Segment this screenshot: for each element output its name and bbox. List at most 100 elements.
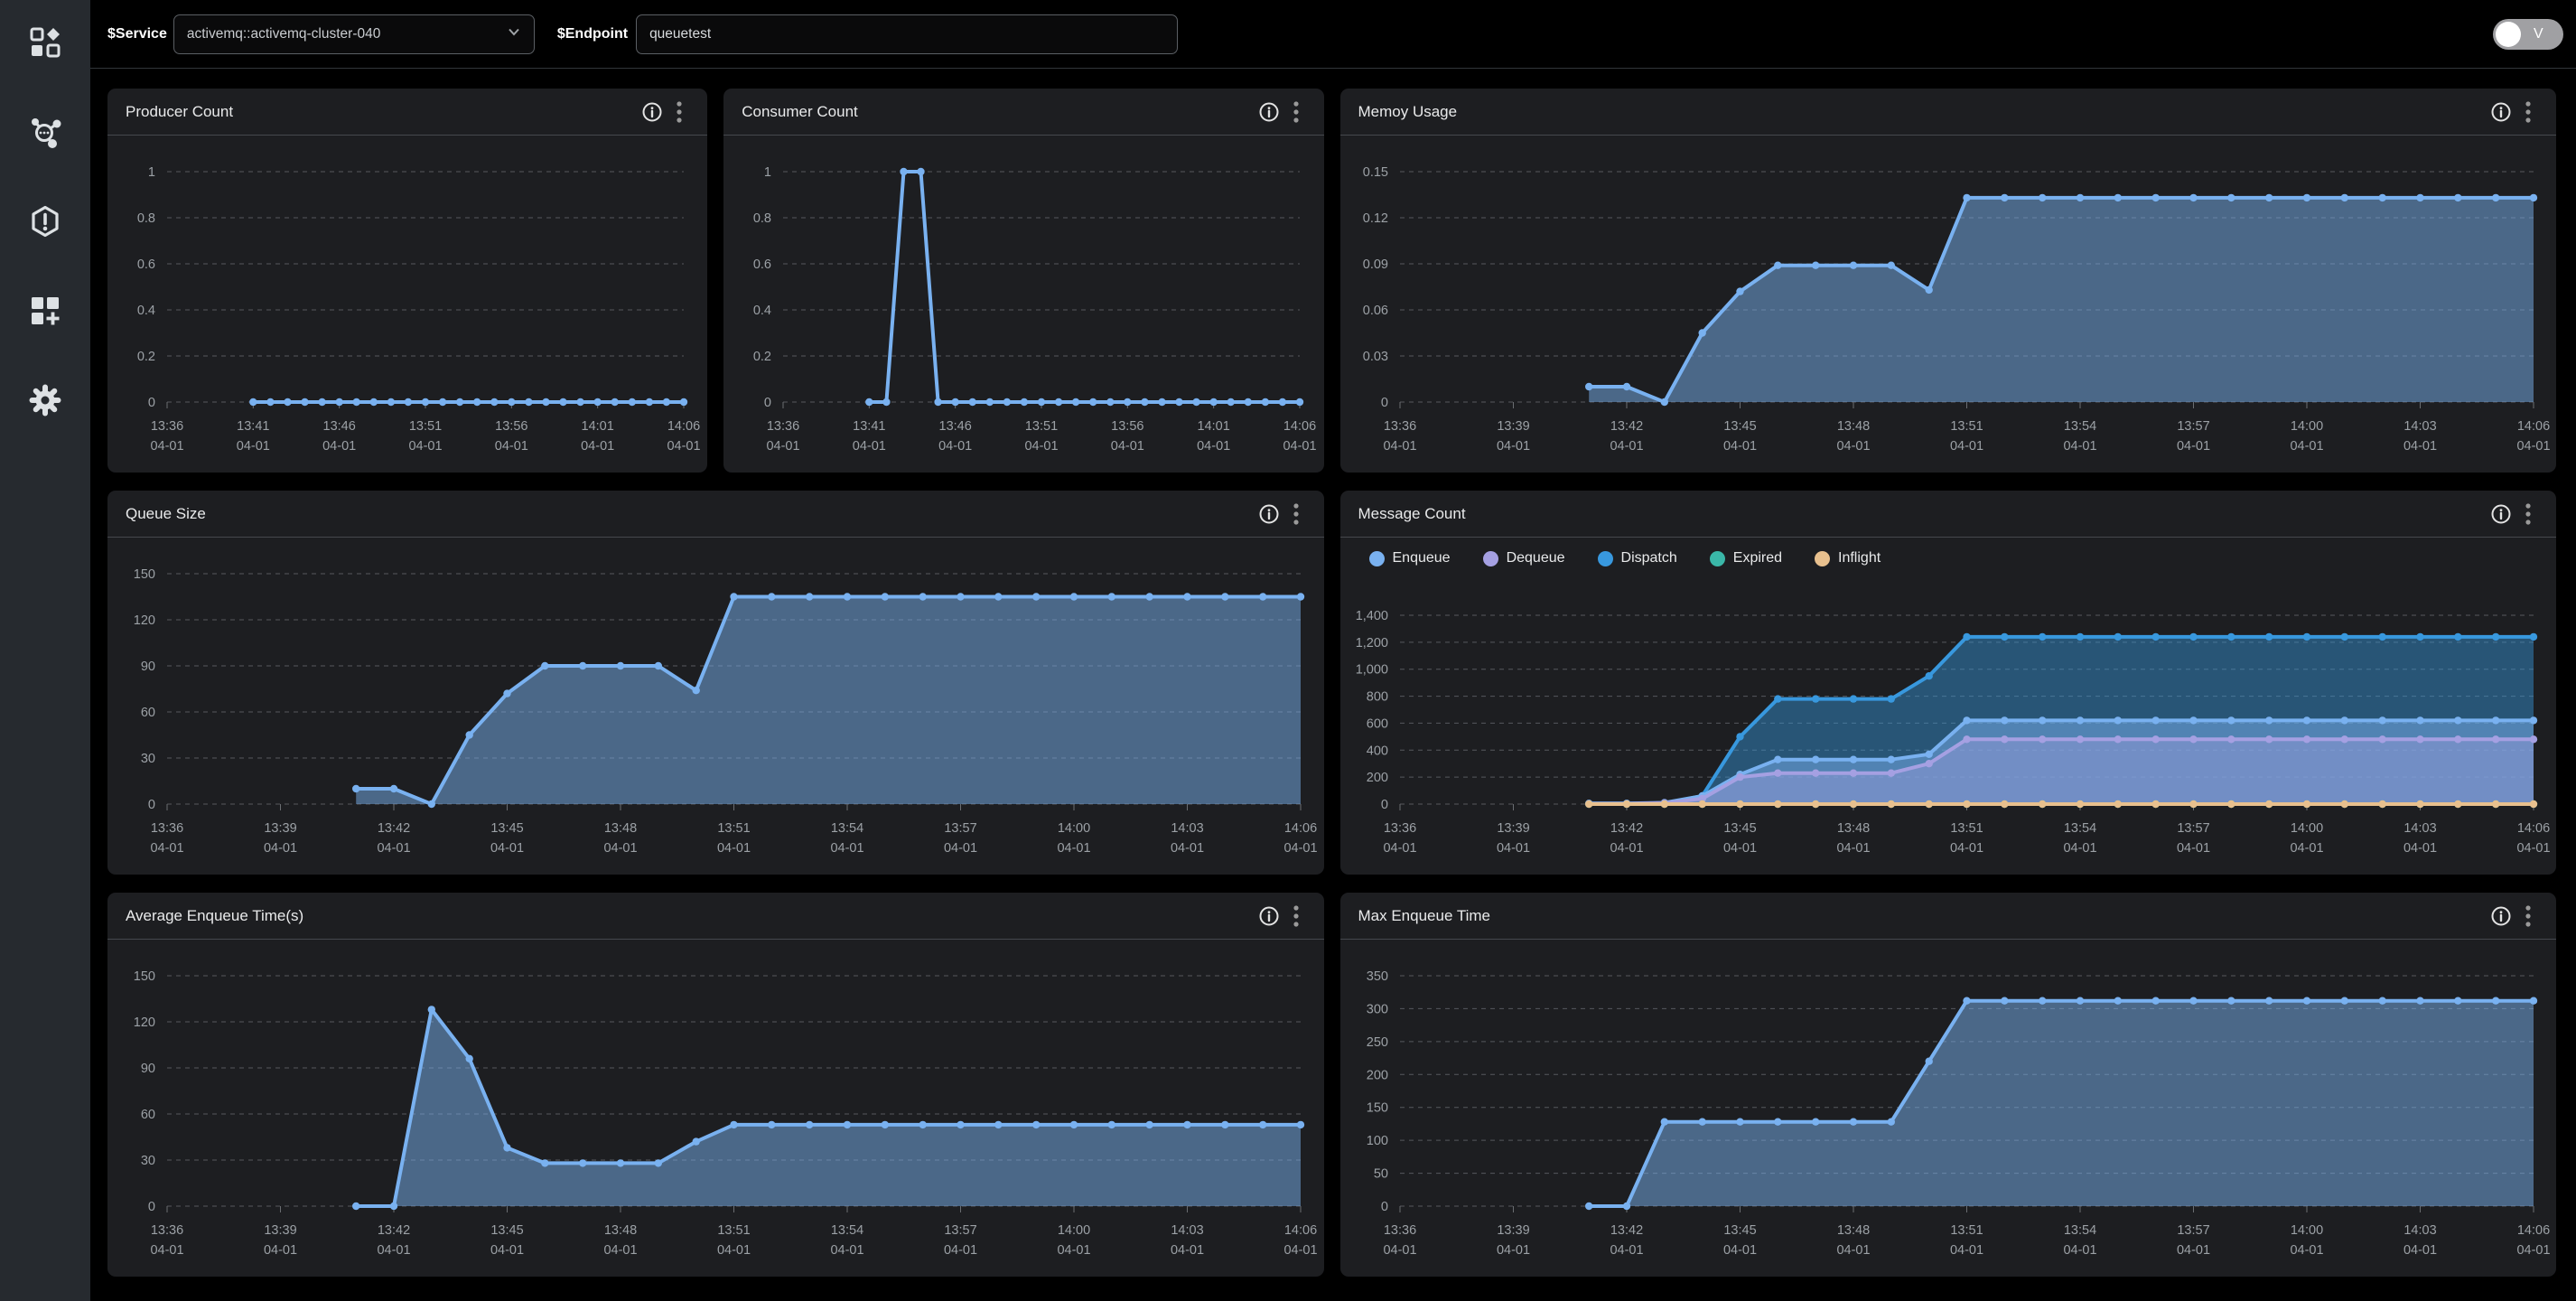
svg-text:04-01: 04-01 <box>2176 841 2209 856</box>
service-select[interactable]: activemq::activemq-cluster-040 <box>173 14 535 54</box>
svg-text:14:03: 14:03 <box>2403 1223 2436 1238</box>
svg-text:13:39: 13:39 <box>264 821 296 836</box>
svg-text:13:36: 13:36 <box>1383 419 1415 434</box>
legend-item[interactable]: Inflight <box>1815 550 1881 566</box>
svg-text:13:57: 13:57 <box>944 1223 976 1238</box>
chart-legend: Enqueue Dequeue Dispatch Expired Inflight <box>1340 538 2557 579</box>
svg-text:13:51: 13:51 <box>1950 1223 1983 1238</box>
kebab-menu-icon[interactable] <box>2515 98 2542 126</box>
svg-text:0: 0 <box>1380 798 1387 812</box>
svg-text:13:57: 13:57 <box>2177 419 2209 434</box>
chart-canvas: 150120906030013:3604-0113:3904-0113:4204… <box>107 538 1324 875</box>
kebab-menu-icon[interactable] <box>2515 501 2542 528</box>
svg-text:04-01: 04-01 <box>1057 841 1090 856</box>
svg-text:04-01: 04-01 <box>938 439 972 454</box>
svg-text:13:46: 13:46 <box>323 419 356 434</box>
svg-text:1,000: 1,000 <box>1355 663 1387 678</box>
svg-text:04-01: 04-01 <box>1171 1243 1204 1258</box>
sidebar-item-settings[interactable] <box>28 385 62 419</box>
legend-chip <box>1598 551 1613 566</box>
chart-consumer-count[interactable]: 10.80.60.40.2013:3604-0113:4104-0113:460… <box>723 136 1323 473</box>
svg-text:04-01: 04-01 <box>1722 1243 1756 1258</box>
svg-text:04-01: 04-01 <box>1836 439 1870 454</box>
svg-text:13:45: 13:45 <box>1723 821 1756 836</box>
svg-text:120: 120 <box>134 1016 155 1030</box>
svg-text:120: 120 <box>134 613 155 628</box>
info-icon[interactable] <box>2487 98 2515 126</box>
info-icon[interactable] <box>2487 903 2515 930</box>
chart-message-count[interactable]: 1,4001,2001,000800600400200013:3604-0113… <box>1340 579 2557 875</box>
svg-text:13:51: 13:51 <box>717 1223 750 1238</box>
kebab-menu-icon[interactable] <box>2515 903 2542 930</box>
svg-text:04-01: 04-01 <box>2290 439 2323 454</box>
chart-canvas: 1,4001,2001,000800600400200013:3604-0113… <box>1340 579 2557 875</box>
info-icon[interactable] <box>2487 501 2515 528</box>
svg-text:0: 0 <box>1380 396 1387 410</box>
svg-text:0: 0 <box>1380 1200 1387 1214</box>
kebab-menu-icon[interactable] <box>1283 98 1310 126</box>
legend-chip <box>1710 551 1725 566</box>
svg-text:14:00: 14:00 <box>2290 1223 2322 1238</box>
svg-text:0: 0 <box>764 396 771 410</box>
chart-max-enqueue-time[interactable]: 35030025020015010050013:3604-0113:3904-0… <box>1340 940 2557 1277</box>
svg-text:13:57: 13:57 <box>944 821 976 836</box>
svg-text:90: 90 <box>141 660 155 674</box>
svg-text:04-01: 04-01 <box>603 841 637 856</box>
svg-text:14:03: 14:03 <box>1171 1223 1203 1238</box>
panel-max-enqueue-time: Max Enqueue Time 35030025020015010050013… <box>1340 893 2557 1277</box>
svg-text:04-01: 04-01 <box>1496 841 1529 856</box>
kebab-menu-icon[interactable] <box>1283 903 1310 930</box>
chart-memory-usage[interactable]: 0.150.120.090.060.03013:3604-0113:3904-0… <box>1340 136 2557 473</box>
kebab-menu-icon[interactable] <box>1283 501 1310 528</box>
svg-text:13:54: 13:54 <box>831 821 863 836</box>
sidebar-item-alerting[interactable] <box>28 206 62 240</box>
svg-text:13:48: 13:48 <box>1836 821 1869 836</box>
chart-producer-count[interactable]: 10.80.60.40.2013:3604-0113:4104-0113:460… <box>107 136 707 473</box>
legend-item[interactable]: Dispatch <box>1598 550 1677 566</box>
svg-text:60: 60 <box>141 1108 155 1122</box>
legend-item[interactable]: Enqueue <box>1369 550 1451 566</box>
svg-text:0: 0 <box>148 396 155 410</box>
panel-title: Average Enqueue Time(s) <box>126 907 1255 925</box>
svg-text:04-01: 04-01 <box>2516 1243 2550 1258</box>
chart-canvas: 10.80.60.40.2013:3604-0113:4104-0113:460… <box>107 136 707 473</box>
svg-text:14:06: 14:06 <box>667 419 700 434</box>
svg-text:04-01: 04-01 <box>944 841 977 856</box>
endpoint-input[interactable] <box>636 14 1178 54</box>
info-icon[interactable] <box>1255 903 1283 930</box>
sidebar-item-marketplace[interactable] <box>28 27 62 61</box>
kebab-menu-icon[interactable] <box>666 98 693 126</box>
svg-text:14:03: 14:03 <box>2403 419 2436 434</box>
svg-text:13:45: 13:45 <box>1723 419 1756 434</box>
legend-item[interactable]: Expired <box>1710 550 1782 566</box>
panel-header: Average Enqueue Time(s) <box>107 893 1324 940</box>
sidebar-item-topology[interactable] <box>28 117 62 151</box>
svg-text:04-01: 04-01 <box>150 1243 183 1258</box>
view-toggle[interactable]: V <box>2493 19 2563 50</box>
svg-text:04-01: 04-01 <box>1610 1243 1643 1258</box>
gear-icon <box>29 384 61 421</box>
svg-text:13:51: 13:51 <box>1950 821 1983 836</box>
svg-text:04-01: 04-01 <box>1949 841 1983 856</box>
legend-item[interactable]: Dequeue <box>1483 550 1565 566</box>
svg-text:13:36: 13:36 <box>151 419 183 434</box>
svg-text:200: 200 <box>1366 771 1387 785</box>
svg-text:250: 250 <box>1366 1035 1387 1050</box>
svg-text:13:48: 13:48 <box>604 1223 637 1238</box>
info-icon[interactable] <box>639 98 666 126</box>
svg-text:1,200: 1,200 <box>1355 636 1387 650</box>
info-icon[interactable] <box>1255 98 1283 126</box>
svg-text:13:48: 13:48 <box>604 821 637 836</box>
svg-text:13:42: 13:42 <box>1610 1223 1642 1238</box>
chart-average-enqueue-time[interactable]: 150120906030013:3604-0113:3904-0113:4204… <box>107 940 1324 1277</box>
info-icon[interactable] <box>1255 501 1283 528</box>
svg-text:1: 1 <box>764 165 771 180</box>
svg-text:1,400: 1,400 <box>1355 609 1387 623</box>
chart-queue-size[interactable]: 150120906030013:3604-0113:3904-0113:4204… <box>107 538 1324 875</box>
svg-text:04-01: 04-01 <box>150 439 183 454</box>
svg-text:13:36: 13:36 <box>151 821 183 836</box>
svg-text:04-01: 04-01 <box>490 1243 524 1258</box>
svg-text:14:06: 14:06 <box>2516 1223 2549 1238</box>
svg-text:90: 90 <box>141 1062 155 1076</box>
sidebar-item-dashboards[interactable] <box>28 295 62 330</box>
